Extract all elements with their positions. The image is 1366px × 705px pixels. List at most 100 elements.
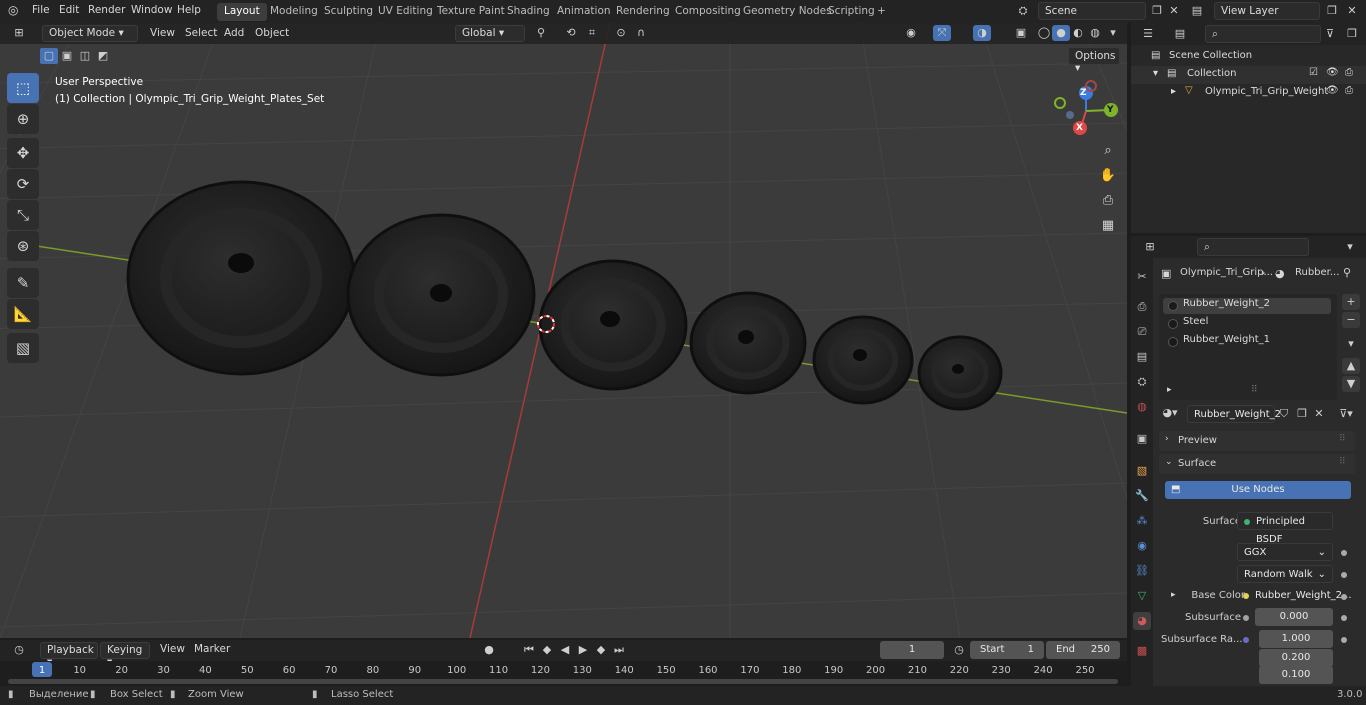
- close-icon[interactable]: ✕: [1343, 3, 1361, 19]
- record-icon[interactable]: ●: [480, 642, 498, 658]
- proportional-edit-icon[interactable]: ⊙: [612, 25, 630, 41]
- next-keyframe-icon[interactable]: ◆: [592, 642, 610, 658]
- material-slot-rubber-weight-1[interactable]: Rubber_Weight_1: [1163, 334, 1331, 350]
- current-frame-field[interactable]: 1: [880, 641, 944, 659]
- outliner-scene-collection[interactable]: ▤ Scene Collection: [1131, 48, 1366, 66]
- select-subtract-icon[interactable]: ◫: [76, 48, 94, 64]
- rendered-shading-icon[interactable]: ◍: [1086, 25, 1104, 41]
- select-new-icon[interactable]: ▢: [40, 48, 58, 64]
- outliner-collection[interactable]: ▾ ▤ Collection ☑ 👁 ⎙: [1131, 66, 1366, 84]
- new-scene-icon[interactable]: ❐: [1148, 3, 1166, 19]
- use-nodes-button[interactable]: ⬒ Use Nodes: [1165, 481, 1351, 499]
- xray-icon[interactable]: ▣: [1012, 25, 1030, 41]
- material-shading-icon[interactable]: ◐: [1069, 25, 1087, 41]
- subsurface-field[interactable]: 0.000: [1255, 608, 1333, 626]
- tab-shading[interactable]: Shading: [500, 3, 557, 21]
- pin-icon[interactable]: ⚲: [1343, 266, 1351, 279]
- scene-tab-icon[interactable]: ⛭: [1133, 373, 1151, 391]
- expand-icon[interactable]: ▾: [1153, 68, 1158, 79]
- filter-icon[interactable]: ⊽: [1321, 26, 1339, 42]
- unlink-icon[interactable]: ✕: [1310, 406, 1328, 422]
- tool-tab-icon[interactable]: ✂: [1133, 268, 1151, 286]
- add-slot-icon[interactable]: +: [1342, 294, 1360, 310]
- editor-type-icon[interactable]: ⊞: [1141, 239, 1159, 255]
- scene-icon[interactable]: ⛭: [1014, 3, 1032, 19]
- end-frame-field[interactable]: End 250: [1046, 641, 1120, 659]
- menu-window[interactable]: Window: [131, 4, 172, 16]
- view-layer-icon[interactable]: ▤: [1188, 3, 1206, 19]
- scale-tool[interactable]: ⤡: [7, 200, 39, 230]
- surface-panel-header[interactable]: ⌄ Surface ⠿: [1159, 454, 1355, 474]
- slot-specials-icon[interactable]: ▾: [1342, 336, 1360, 352]
- menu-help[interactable]: Help: [177, 4, 201, 16]
- scene-field[interactable]: Scene: [1038, 2, 1146, 20]
- collection-tab-icon[interactable]: ▣: [1133, 430, 1151, 448]
- outliner-object[interactable]: ▸ ▽ Olympic_Tri_Grip_Weight 👁 ⎙: [1131, 84, 1366, 102]
- keyframe-dot-icon[interactable]: [1341, 637, 1347, 643]
- close-icon[interactable]: ✕: [1165, 3, 1183, 19]
- select-intersect-icon[interactable]: ◩: [94, 48, 112, 64]
- drag-handle-icon[interactable]: ⠿: [1339, 457, 1346, 467]
- chevron-down-icon[interactable]: ▾: [1341, 239, 1359, 255]
- mode-dropdown[interactable]: Object Mode ▾: [42, 25, 138, 42]
- playback-menu[interactable]: Playback ▾: [40, 642, 98, 668]
- resize-handle-icon[interactable]: ⠿: [1251, 385, 1258, 395]
- eye-icon[interactable]: 👁: [1326, 85, 1339, 96]
- tab-animation[interactable]: Animation: [550, 3, 618, 21]
- visibility-icon[interactable]: ◉: [902, 25, 920, 41]
- timeline-scrollbar[interactable]: [8, 679, 1118, 684]
- view-layer-tab-icon[interactable]: ▤: [1133, 348, 1151, 366]
- object-tab-icon[interactable]: ▧: [1133, 462, 1151, 480]
- editor-type-icon[interactable]: ⊞: [10, 25, 28, 41]
- subsurface-radius-y[interactable]: 0.200: [1259, 649, 1333, 667]
- camera-icon[interactable]: ⎙: [1097, 190, 1119, 212]
- snap-icon[interactable]: ⟲: [562, 25, 580, 41]
- 3d-viewport[interactable]: Z Y X ⊞ Object Mode ▾ View Select Add Ob…: [0, 23, 1127, 638]
- new-view-layer-icon[interactable]: ❐: [1323, 3, 1341, 19]
- material-filter-icon[interactable]: ⊽▾: [1337, 406, 1355, 422]
- camera-render-icon[interactable]: ⎙: [1345, 67, 1353, 78]
- new-collection-icon[interactable]: ❐: [1343, 26, 1361, 42]
- menu-file[interactable]: File: [32, 4, 50, 16]
- prev-keyframe-icon[interactable]: ◆: [538, 642, 556, 658]
- menu-view[interactable]: View: [160, 643, 185, 655]
- move-down-icon[interactable]: ▼: [1342, 376, 1360, 392]
- keying-menu[interactable]: Keying ▾: [100, 642, 150, 668]
- tab-rendering[interactable]: Rendering: [609, 3, 677, 21]
- add-cube-tool[interactable]: ▧: [7, 333, 39, 363]
- tab-layout[interactable]: Layout: [217, 3, 267, 21]
- keyframe-dot-icon[interactable]: [1341, 550, 1347, 556]
- measure-tool[interactable]: 📐: [7, 299, 39, 329]
- editor-type-icon[interactable]: ☰: [1139, 26, 1157, 42]
- move-up-icon[interactable]: ▲: [1342, 358, 1360, 374]
- transform-tool[interactable]: ⊛: [7, 231, 39, 261]
- output-tab-icon[interactable]: ⎚: [1133, 323, 1151, 341]
- keyframe-dot-icon[interactable]: [1341, 594, 1347, 600]
- overlay-toggle-icon[interactable]: ◑: [973, 25, 991, 41]
- play-reverse-icon[interactable]: ◀: [556, 642, 574, 658]
- distribution-dropdown[interactable]: GGX ⌄: [1237, 543, 1333, 561]
- start-frame-field[interactable]: Start 1: [970, 641, 1044, 659]
- menu-render[interactable]: Render: [88, 4, 125, 16]
- solid-shading-icon[interactable]: ●: [1052, 25, 1070, 41]
- hand-pan-icon[interactable]: ✋: [1097, 165, 1119, 187]
- base-color-field[interactable]: Rubber_Weight_2...: [1237, 587, 1352, 605]
- subsurface-radius-z[interactable]: 0.100: [1259, 666, 1333, 684]
- preview-panel-header[interactable]: › Preview ⠿: [1159, 431, 1355, 451]
- add-workspace-button[interactable]: +: [870, 3, 893, 21]
- jump-start-icon[interactable]: ⏮: [520, 642, 538, 658]
- surface-shader-field[interactable]: Principled BSDF: [1237, 512, 1333, 545]
- material-tab-icon[interactable]: ◕: [1133, 612, 1151, 630]
- expand-icon[interactable]: ▸: [1167, 385, 1172, 395]
- keyframe-dot-icon[interactable]: [1341, 572, 1347, 578]
- material-slot-rubber-weight-2[interactable]: Rubber_Weight_2: [1163, 298, 1331, 314]
- material-name-field[interactable]: Rubber_Weight_2: [1187, 405, 1281, 423]
- display-mode-icon[interactable]: ▤: [1171, 26, 1189, 42]
- rotate-tool[interactable]: ⟳: [7, 169, 39, 199]
- texture-tab-icon[interactable]: ▩: [1133, 642, 1151, 660]
- world-tab-icon[interactable]: ◍: [1133, 398, 1151, 416]
- outliner-search-input[interactable]: ⌕: [1205, 25, 1321, 43]
- pivot-icon[interactable]: ⚲: [532, 25, 550, 41]
- checkbox-icon[interactable]: ☑: [1309, 67, 1318, 78]
- gizmo-toggle-icon[interactable]: ⤧: [933, 25, 951, 41]
